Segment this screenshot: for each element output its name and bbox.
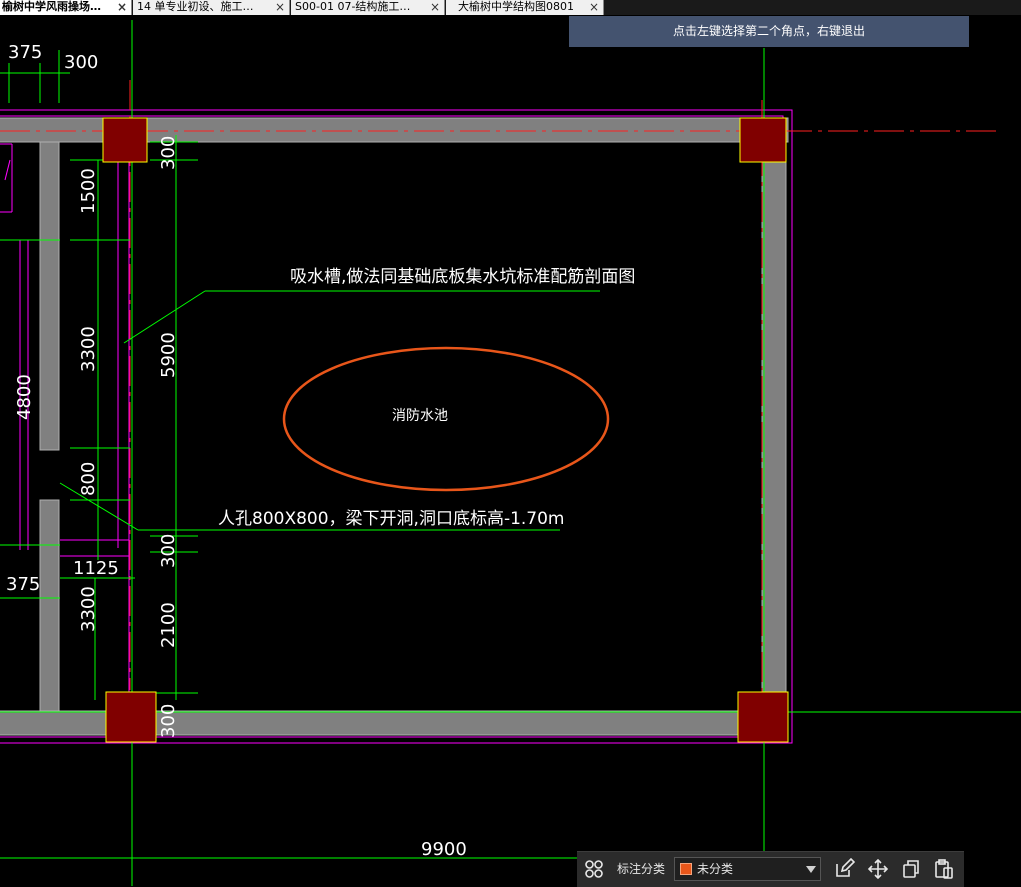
category-color-swatch bbox=[680, 863, 692, 875]
axis-lines bbox=[0, 80, 1000, 713]
select-value: 未分类 bbox=[697, 862, 734, 876]
annotation-toolbar: 标注分类 未分类 bbox=[577, 851, 964, 887]
file-tab-bar: 榆树中学风雨操场… × 14 单专业初设、施工… × S00-01 07-结构施… bbox=[0, 0, 1021, 15]
edit-icon[interactable] bbox=[833, 857, 856, 880]
manhole-note: 人孔800X800，梁下开洞,洞口底标高-1.70m bbox=[218, 509, 565, 529]
layers-icon[interactable] bbox=[583, 858, 605, 880]
column-bottom-left bbox=[105, 691, 157, 743]
dim-300-top: 300 bbox=[64, 52, 98, 73]
dim-2100: 2100 bbox=[158, 602, 179, 648]
annotation-category-select[interactable]: 未分类 bbox=[674, 857, 821, 881]
cad-drawing-canvas[interactable]: 375 300 1125 375 9900 300 5900 300 2100 … bbox=[0, 0, 1021, 886]
column-top-left bbox=[102, 117, 148, 163]
chevron-down-icon[interactable] bbox=[806, 866, 816, 873]
pool-label: 消防水池 bbox=[392, 408, 448, 424]
tab-file-4[interactable]: 大榆树中学结构图0801 × bbox=[446, 0, 604, 15]
tab-file-2[interactable]: 14 单专业初设、施工… × bbox=[133, 0, 290, 15]
dim-9900: 9900 bbox=[421, 839, 467, 860]
close-icon[interactable]: × bbox=[275, 0, 285, 14]
outline-lines bbox=[0, 109, 793, 744]
dim-5900: 5900 bbox=[158, 332, 179, 378]
dim-300-right: 300 bbox=[158, 136, 179, 170]
dim-300-bottom: 300 bbox=[158, 704, 179, 738]
dim-375-bottom: 375 bbox=[6, 574, 40, 595]
columns bbox=[102, 117, 789, 743]
close-icon[interactable]: × bbox=[430, 0, 440, 14]
dim-800: 800 bbox=[78, 462, 99, 496]
column-top-right bbox=[739, 117, 787, 163]
tab-label: 榆树中学风雨操场… bbox=[2, 0, 101, 13]
dim-4800: 4800 bbox=[14, 374, 35, 420]
move-icon[interactable] bbox=[867, 858, 889, 880]
dim-1125: 1125 bbox=[73, 558, 119, 579]
command-prompt: 点击左键选择第二个角点，右键退出 bbox=[569, 16, 969, 47]
dim-300-mid: 300 bbox=[158, 534, 179, 568]
tab-file-1[interactable]: 榆树中学风雨操场… × bbox=[0, 0, 132, 15]
tab-label: S00-01 07-结构施工… bbox=[295, 0, 411, 13]
sump-note: 吸水槽,做法同基础底板集水坑标准配筋剖面图 bbox=[290, 267, 635, 287]
close-icon[interactable]: × bbox=[589, 0, 599, 14]
dimension-lines bbox=[0, 20, 1021, 886]
tab-file-3[interactable]: S00-01 07-结构施工… × bbox=[291, 0, 445, 15]
dim-375-top: 375 bbox=[8, 42, 42, 63]
dim-1500: 1500 bbox=[78, 168, 99, 214]
copy-icon[interactable] bbox=[900, 858, 922, 880]
annotation-category-label: 标注分类 bbox=[617, 862, 666, 876]
tab-label: 14 单专业初设、施工… bbox=[137, 0, 254, 13]
paste-icon[interactable] bbox=[933, 858, 955, 880]
column-bottom-right bbox=[737, 691, 789, 743]
dim-3300-lower: 3300 bbox=[78, 586, 99, 632]
close-icon[interactable]: × bbox=[117, 0, 127, 14]
tab-label: 大榆树中学结构图0801 bbox=[458, 0, 574, 13]
dim-3300-upper: 3300 bbox=[78, 326, 99, 372]
